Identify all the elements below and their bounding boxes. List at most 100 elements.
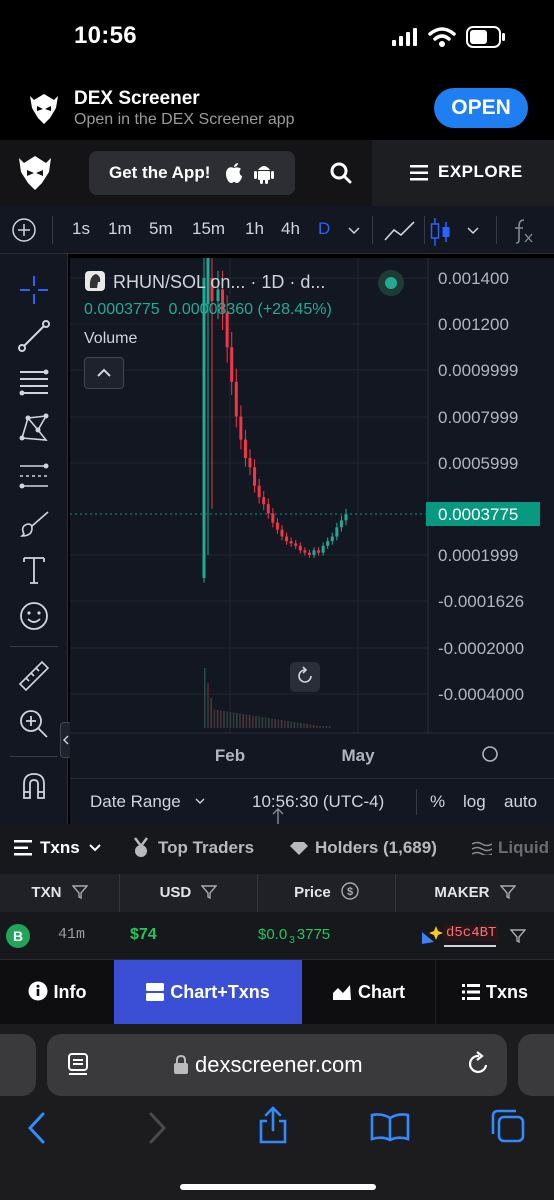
chevron-down-icon[interactable]: [347, 226, 361, 236]
timeframe-1d[interactable]: D: [318, 219, 330, 239]
info-button[interactable]: Info: [0, 960, 114, 1024]
chart-txns-label: Chart+Txns: [170, 982, 270, 1002]
timeframe-4h[interactable]: 4h: [281, 219, 300, 239]
candle: [257, 485, 261, 498]
txns-button[interactable]: Txns: [436, 960, 554, 1024]
indicators-icon[interactable]: [510, 218, 534, 244]
chart-button[interactable]: Chart: [302, 960, 436, 1024]
forward-icon[interactable]: [146, 1112, 168, 1144]
magnet-icon[interactable]: [16, 768, 52, 804]
table-row[interactable]: B 41m $74 $0.0 3 3775 d5c4BT: [0, 912, 554, 960]
site-header: Get the App! EXPLORE: [0, 140, 554, 206]
dex-screener-logo-icon[interactable]: [17, 154, 53, 192]
candle: [289, 541, 293, 544]
chevron-down-icon[interactable]: [466, 226, 480, 236]
timeframe-5m[interactable]: 5m: [149, 219, 173, 239]
address-bar[interactable]: dexscreener.com: [47, 1034, 507, 1096]
ruler-icon[interactable]: [16, 658, 52, 694]
chart-canvas[interactable]: 0.001400 0.001200 0.0009999 0.0007999 0.0005…: [70, 258, 554, 778]
volume-bar: [248, 715, 251, 728]
currency-toggle-icon[interactable]: $: [341, 882, 359, 900]
back-icon[interactable]: [26, 1112, 48, 1144]
reader-mode-icon[interactable]: [67, 1052, 91, 1078]
emoji-icon[interactable]: [16, 598, 52, 634]
volume-bar: [296, 722, 299, 728]
price-tick-label: 0.0009999: [438, 361, 518, 380]
maker-address[interactable]: d5c4BT: [444, 925, 499, 941]
bookmarks-icon[interactable]: [370, 1112, 410, 1142]
trend-line-icon[interactable]: [16, 318, 52, 354]
col-maker[interactable]: MAKER: [396, 874, 554, 912]
candle: [298, 545, 302, 551]
candle: [262, 497, 266, 505]
price-tick-label: 0.0005999: [438, 454, 518, 473]
info-icon: [28, 981, 47, 1001]
brush-icon[interactable]: [16, 506, 52, 542]
reset-zoom-button[interactable]: [290, 662, 320, 692]
pattern-icon[interactable]: [16, 410, 52, 446]
date-range-button[interactable]: Date Range: [90, 792, 181, 812]
fib-retracement-icon[interactable]: [16, 364, 52, 400]
auto-toggle[interactable]: auto: [504, 792, 537, 812]
previous-tab-card[interactable]: [0, 1034, 36, 1096]
timeframe-1m[interactable]: 1m: [108, 219, 132, 239]
timeframe-1s[interactable]: 1s: [72, 219, 90, 239]
candle: [248, 458, 252, 468]
col-usd-label: USD: [159, 884, 192, 901]
volume-bar: [319, 726, 321, 728]
search-icon[interactable]: [330, 162, 352, 184]
candle: [253, 467, 257, 486]
wifi-icon: [428, 27, 456, 47]
tab-top-traders[interactable]: Top Traders: [158, 838, 254, 858]
filter-icon[interactable]: [71, 885, 89, 900]
tabs-icon[interactable]: [490, 1108, 526, 1144]
volume-bar: [268, 718, 270, 728]
tab-txns[interactable]: Txns: [40, 838, 80, 858]
volume-bar: [290, 721, 292, 728]
get-app-button[interactable]: Get the App!: [89, 151, 295, 195]
log-toggle[interactable]: log: [463, 792, 486, 812]
percent-toggle[interactable]: %: [430, 792, 445, 812]
cellular-signal-icon: [392, 28, 417, 46]
add-symbol-icon[interactable]: [12, 218, 36, 242]
reload-icon[interactable]: [467, 1051, 491, 1077]
lock-icon: [174, 1055, 188, 1074]
next-tab-card[interactable]: [518, 1034, 554, 1096]
tab-liquidity[interactable]: Liquid: [498, 838, 549, 858]
candles-icon[interactable]: [430, 218, 452, 246]
forecast-icon[interactable]: [16, 458, 52, 494]
text-tool-icon[interactable]: [16, 552, 52, 588]
col-price[interactable]: Price $: [258, 874, 396, 912]
price-tick-label: -0.0001626: [438, 592, 524, 611]
txn-price: $0.0 3 3775: [258, 926, 330, 946]
share-icon[interactable]: [258, 1106, 288, 1144]
filter-icon[interactable]: [510, 929, 526, 943]
collapse-legend-button[interactable]: [84, 357, 124, 389]
tab-holders[interactable]: Holders (1,689): [315, 838, 437, 858]
crosshair-icon[interactable]: [16, 272, 52, 308]
txn-table-header: TXN USD Price $ MAKER: [0, 874, 554, 912]
filter-icon[interactable]: [200, 885, 218, 900]
chart-settings-icon[interactable]: [482, 746, 498, 762]
filter-icon[interactable]: [499, 885, 517, 900]
candle: [317, 550, 321, 553]
col-usd[interactable]: USD: [120, 874, 258, 912]
zoom-in-icon[interactable]: [16, 706, 52, 742]
timeframe-1h[interactable]: 1h: [245, 219, 264, 239]
chart-txns-button[interactable]: Chart+Txns: [114, 960, 302, 1024]
pair-title[interactable]: RHUN/SOL on... · 1D · d...: [113, 272, 325, 293]
medal-icon: [134, 837, 148, 857]
price-chart[interactable]: 0.001400 0.001200 0.0009999 0.0007999 0.0005…: [70, 258, 554, 824]
buy-badge: B: [6, 924, 30, 948]
chevron-down-icon[interactable]: [88, 843, 102, 853]
volume-bar: [261, 717, 264, 728]
candle: [243, 439, 247, 459]
candle: [321, 545, 325, 553]
line-chart-icon[interactable]: [384, 220, 416, 242]
timeframe-15m[interactable]: 15m: [192, 219, 225, 239]
col-txn[interactable]: TXN: [0, 874, 120, 912]
candle: [239, 416, 243, 440]
last-price-label: 0.0003775: [438, 505, 518, 524]
open-app-button[interactable]: OPEN: [434, 88, 528, 128]
explore-button[interactable]: EXPLORE: [372, 140, 554, 206]
